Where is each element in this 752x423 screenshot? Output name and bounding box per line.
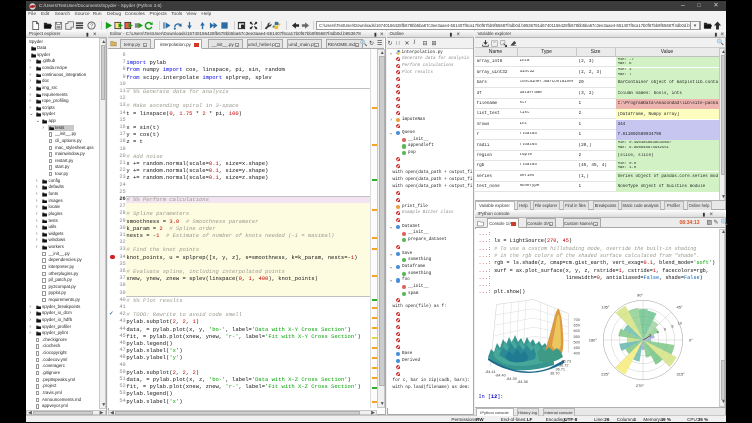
svg-text:90°: 90° <box>636 292 642 297</box>
svg-text:700: 700 <box>573 318 579 322</box>
svg-text:8: 8 <box>671 324 673 328</box>
svg-text:270°: 270° <box>635 383 644 388</box>
svg-text:-84.39: -84.39 <box>506 377 517 381</box>
svg-text:180°: 180° <box>588 337 597 342</box>
svg-text:400: 400 <box>573 351 579 355</box>
svg-text:6: 6 <box>664 327 666 331</box>
svg-text:10: 10 <box>677 321 681 325</box>
svg-text:?: ? <box>90 23 93 29</box>
svg-text:500: 500 <box>573 340 579 344</box>
svg-text:-84.40: -84.40 <box>495 373 506 377</box>
svg-text:315°: 315° <box>676 371 685 376</box>
svg-text:135°: 135° <box>601 304 610 309</box>
svg-text:36.70: 36.70 <box>550 371 560 375</box>
svg-text:450: 450 <box>573 346 579 350</box>
svg-text:45°: 45° <box>676 304 682 309</box>
svg-text:600: 600 <box>573 329 579 333</box>
svg-text:4: 4 <box>656 330 658 334</box>
svg-text:550: 550 <box>573 334 579 338</box>
svg-text:225°: 225° <box>601 371 610 376</box>
svg-text:0°: 0° <box>689 337 693 342</box>
svg-text:650: 650 <box>573 323 579 327</box>
svg-text:-84.38: -84.38 <box>517 380 528 384</box>
